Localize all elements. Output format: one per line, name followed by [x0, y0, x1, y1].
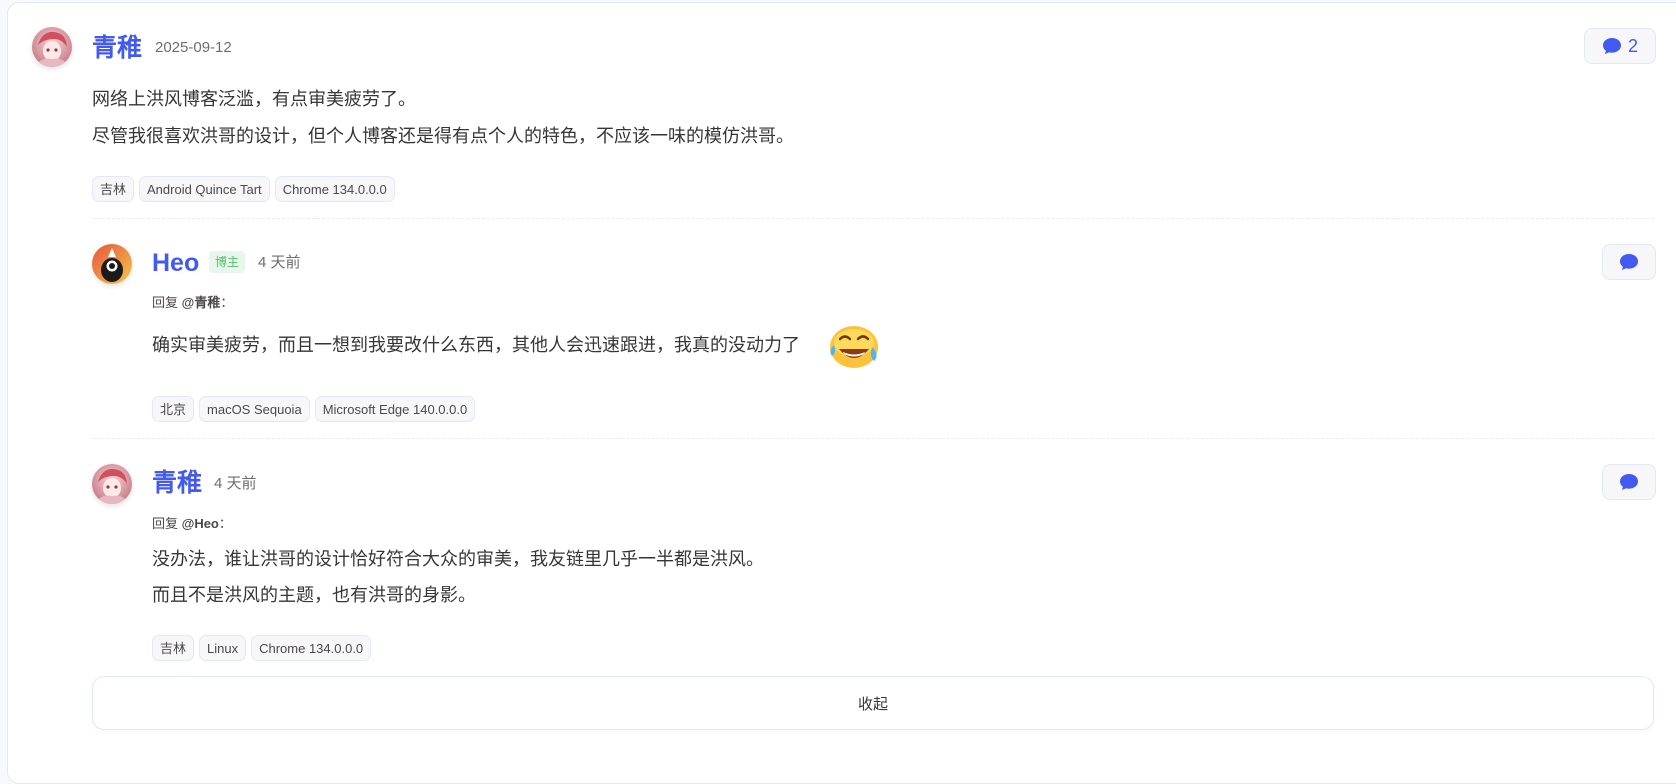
- comment-meta-tags: 吉林 Android Quince Tart Chrome 134.0.0.0: [92, 176, 395, 202]
- avatar[interactable]: [32, 27, 72, 67]
- reply-author[interactable]: Heo: [152, 248, 199, 278]
- browser-tag: Chrome 134.0.0.0: [251, 635, 372, 661]
- comment-date: 2025-09-12: [155, 39, 232, 56]
- author-badge: 博主: [209, 251, 246, 273]
- avatar[interactable]: [92, 244, 132, 284]
- anime-avatar-icon: [92, 464, 132, 504]
- reply-date: 4 天前: [258, 254, 301, 271]
- comment-author[interactable]: 青稚: [92, 33, 142, 63]
- reply-meta-tags: 吉林 Linux Chrome 134.0.0.0: [152, 635, 372, 661]
- anime-avatar-icon: [32, 27, 72, 67]
- avatar[interactable]: [92, 464, 132, 504]
- reply-target[interactable]: @Heo: [182, 516, 219, 531]
- reply-author[interactable]: 青稚: [152, 468, 202, 498]
- reply-date: 4 天前: [214, 475, 257, 492]
- location-tag: 北京: [152, 396, 195, 422]
- reply-prefix: 回复: [152, 516, 179, 531]
- reply-to-line: 回复 @Heo：: [152, 515, 232, 533]
- reply-button[interactable]: 2: [1584, 28, 1656, 64]
- chat-bubble-icon: [1620, 474, 1638, 490]
- reply-suffix: ：: [220, 295, 234, 310]
- reply-text-line: 确实审美疲劳，而且一想到我要改什么东西，其他人会迅速跟进，我真的没动力了: [152, 335, 800, 355]
- reply-suffix: ：: [218, 516, 232, 531]
- browser-tag: Microsoft Edge 140.0.0.0: [314, 396, 476, 422]
- browser-tag: Chrome 134.0.0.0: [274, 176, 395, 202]
- reply-prefix: 回复: [152, 295, 179, 310]
- reply-count: 2: [1627, 35, 1638, 56]
- reply-text-line: 没办法，谁让洪哥的设计恰好符合大众的审美，我友链里几乎一半都是洪风。: [152, 549, 764, 569]
- comment-card: [7, 2, 1676, 784]
- reply-button[interactable]: [1602, 244, 1656, 280]
- os-tag: Linux: [199, 635, 247, 661]
- divider: [92, 438, 1654, 439]
- location-tag: 吉林: [92, 176, 135, 202]
- reply-meta-tags: 北京 macOS Sequoia Microsoft Edge 140.0.0.…: [152, 396, 476, 422]
- divider: [92, 218, 1654, 219]
- crying-laughing-emoji-icon: [828, 321, 882, 376]
- reply-text-line: 而且不是洪风的主题，也有洪哥的身影。: [152, 585, 476, 605]
- location-tag: 吉林: [152, 635, 195, 661]
- collapse-label: 收起: [857, 695, 888, 713]
- reply-target[interactable]: @青稚: [182, 295, 221, 310]
- collapse-replies-button[interactable]: 收起: [92, 676, 1654, 730]
- os-tag: Android Quince Tart: [139, 176, 270, 202]
- heo-avatar-icon: [92, 244, 132, 284]
- reply-button[interactable]: [1602, 464, 1656, 500]
- os-tag: macOS Sequoia: [199, 396, 310, 422]
- reply-to-line: 回复 @青稚：: [152, 294, 233, 312]
- chat-bubble-icon: [1620, 254, 1638, 270]
- comment-text-line: 尽管我很喜欢洪哥的设计，但个人博客还是得有点个人的特色，不应该一味的模仿洪哥。: [92, 126, 794, 146]
- comment-text-line: 网络上洪风博客泛滥，有点审美疲劳了。: [92, 89, 416, 109]
- chat-bubble-icon: [1602, 38, 1621, 54]
